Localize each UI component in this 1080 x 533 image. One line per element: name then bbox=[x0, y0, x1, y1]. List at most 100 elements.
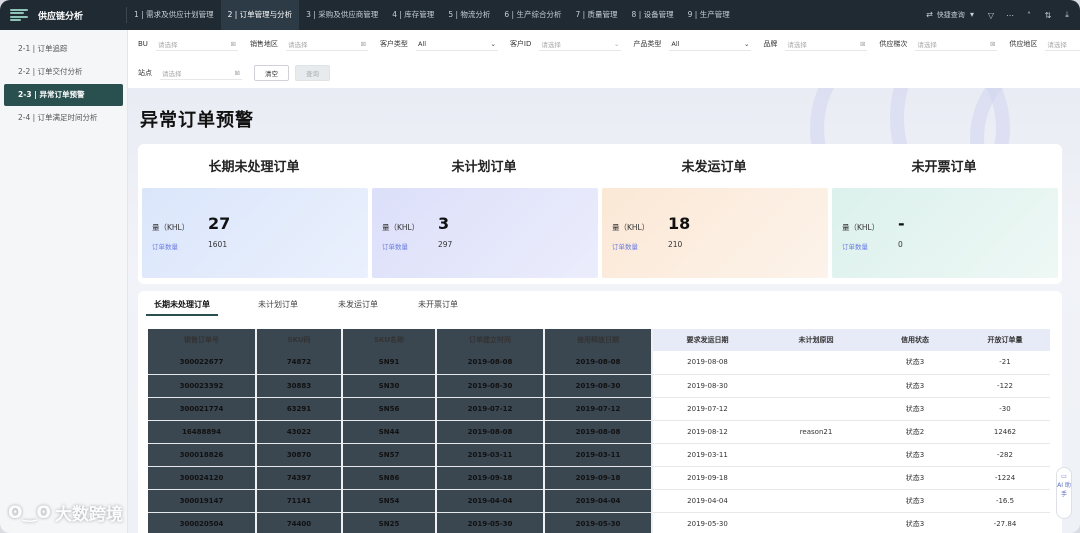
download-icon[interactable]: ⤓ bbox=[1062, 10, 1072, 20]
collapse-icon[interactable]: ˄ bbox=[1024, 11, 1034, 20]
filter-label: 客户ID bbox=[509, 40, 532, 48]
filter-select[interactable]: 请选择⊠ bbox=[915, 37, 998, 51]
table-cell: 2019-04-04 bbox=[652, 489, 762, 513]
filter-select[interactable]: 请选择 ⌄ bbox=[539, 37, 622, 51]
filter-icon[interactable]: ▽ bbox=[986, 11, 996, 20]
sidebar-item-1[interactable]: 2-1 | 订单追踪 bbox=[0, 38, 127, 60]
quick-query-button[interactable]: ⇄ 快捷查询 ▾ bbox=[925, 10, 977, 20]
table-cell: 300024120 bbox=[148, 466, 257, 490]
table-cell bbox=[762, 397, 870, 421]
table-cell: 2019-09-18 bbox=[544, 466, 653, 490]
filter-select[interactable]: 请选择 ⊠ bbox=[160, 66, 242, 80]
table-row[interactable]: 300023392 30883 SN30 2019-08-30 2019-08-30 20… bbox=[148, 374, 1050, 398]
column-header[interactable]: 要求发运日期 bbox=[652, 329, 762, 351]
kpi-column: 未计划订单量（KHL） 3 订单数量 297 bbox=[370, 144, 598, 284]
clear-icon[interactable]: ⊠ bbox=[235, 69, 240, 77]
table-row[interactable]: 300020504 74400 SN25 2019-05-30 2019-05-30 20… bbox=[148, 512, 1050, 533]
table-row[interactable]: 300019147 71141 SN54 2019-04-04 2019-04-04 20… bbox=[148, 489, 1050, 513]
nav-tab-3[interactable]: 3 | 采购及供应商管理 bbox=[299, 0, 385, 30]
table-row[interactable]: 300024120 74397 SN86 2019-09-18 2019-09-18 20… bbox=[148, 466, 1050, 490]
kpi-title: 未计划订单 bbox=[451, 160, 517, 175]
table-cell: 2019-08-12 bbox=[652, 420, 762, 444]
table-cell bbox=[762, 443, 870, 467]
main-nav: 1 | 需求及供应计划管理 2 | 订单管理与分析 3 | 采购及供应商管理 4 | … bbox=[127, 0, 737, 30]
filter-value: 请选择 bbox=[162, 69, 182, 78]
filter-select[interactable]: All ⌄ bbox=[415, 37, 498, 51]
table-cell: -1224 bbox=[960, 466, 1050, 490]
nav-tab-2[interactable]: 2 | 订单管理与分析 bbox=[220, 0, 300, 30]
more-icon[interactable]: ⋯ bbox=[1005, 11, 1015, 20]
filter-select[interactable]: 请选择⊠ bbox=[1045, 37, 1080, 51]
column-header[interactable]: 销售订单号 bbox=[148, 329, 257, 351]
sidebar-item-4[interactable]: 2-4 | 订单满足时间分析 bbox=[0, 107, 127, 129]
column-header[interactable]: 订单建立时间 bbox=[436, 329, 545, 351]
kpi-volume-value: 3 bbox=[438, 214, 450, 233]
table-cell: 300018826 bbox=[148, 443, 257, 467]
refresh-icon[interactable]: ⇅ bbox=[1043, 11, 1053, 20]
watermark-text: 大数跨境 bbox=[54, 505, 123, 525]
filter-label: 销售地区 bbox=[249, 40, 278, 48]
kpi-card[interactable]: 量（KHL） 18 订单数量 210 bbox=[602, 188, 828, 278]
kpi-card[interactable]: 量（KHL） - 订单数量 0 bbox=[832, 188, 1058, 278]
table-tab-1[interactable]: 长期未处理订单 bbox=[146, 299, 218, 316]
column-header[interactable]: 信用状态 bbox=[870, 329, 960, 351]
sidebar-item-3[interactable]: 2-3 | 异常订单预警 bbox=[4, 84, 123, 106]
table-tab-2[interactable]: 未计划订单 bbox=[258, 299, 298, 316]
table-row[interactable]: 300022677 74872 SN91 2019-08-08 2019-08-08 20… bbox=[148, 351, 1050, 375]
filter-label: 产品类型 bbox=[633, 40, 662, 48]
filter-value: 请选择 bbox=[1047, 40, 1067, 49]
kpi-title: 长期未处理订单 bbox=[208, 160, 300, 175]
column-header[interactable]: 未计划原因 bbox=[762, 329, 870, 351]
column-header[interactable]: SKU码 bbox=[256, 329, 343, 351]
table-cell: -30 bbox=[960, 397, 1050, 421]
table-tab-3[interactable]: 未发运订单 bbox=[338, 299, 378, 316]
clear-icon[interactable]: ⊠ bbox=[360, 40, 365, 48]
app-window: 供应链分析 1 | 需求及供应计划管理 2 | 订单管理与分析 3 | 采购及供应商… bbox=[0, 0, 1080, 533]
filter-select[interactable]: All ⌄ bbox=[669, 37, 752, 51]
filter-label: 客户类型 bbox=[379, 40, 408, 48]
table-cell: 2019-08-08 bbox=[436, 351, 545, 375]
nav-tab-4[interactable]: 4 | 库存管理 bbox=[385, 0, 441, 30]
nav-tab-6[interactable]: 6 | 生产综合分析 bbox=[497, 0, 568, 30]
kpi-card[interactable]: 量（KHL） 3 订单数量 297 bbox=[372, 188, 598, 278]
filter-value: All bbox=[417, 39, 426, 48]
nav-tab-5[interactable]: 5 | 物流分析 bbox=[441, 0, 497, 30]
menu-lines-icon[interactable] bbox=[10, 6, 28, 24]
table-row[interactable]: 300018826 30870 SN57 2019-03-11 2019-03-11 20… bbox=[148, 443, 1050, 467]
kpi-card[interactable]: 量（KHL） 27 订单数量 1601 bbox=[142, 188, 368, 278]
filter-row-1: BU 请选择 ⊠ 销售地区 请选择 ⊠ 客户类型 All ⌄ 客户ID 请选择 ⌄ 产品类型 All ⌄ 品牌… bbox=[138, 37, 1080, 51]
table-cell: -21 bbox=[960, 351, 1050, 375]
clear-icon[interactable]: ⊠ bbox=[990, 40, 995, 48]
filter-select[interactable]: 请选择⊠ bbox=[285, 37, 368, 51]
table-cell: 状态3 bbox=[870, 489, 960, 513]
table-cell: 2019-08-08 bbox=[652, 351, 762, 375]
column-header[interactable]: SKU名称 bbox=[342, 329, 437, 351]
nav-tab-8[interactable]: 8 | 设备管理 bbox=[625, 0, 681, 30]
filter-select[interactable]: 请选择⊠ bbox=[155, 37, 238, 51]
table-cell: 2019-05-30 bbox=[652, 512, 762, 533]
table-row[interactable]: 300021774 63291 SN56 2019-07-12 2019-07-12 20… bbox=[148, 397, 1050, 421]
nav-tab-1[interactable]: 1 | 需求及供应计划管理 bbox=[127, 0, 221, 30]
clear-icon[interactable]: ⊠ bbox=[230, 40, 235, 48]
filter-group: 销售地区 请选择 ⊠ bbox=[250, 37, 368, 51]
clear-icon[interactable]: ⊠ bbox=[860, 40, 865, 48]
ai-assistant-button[interactable]: ▭ AI 助手 bbox=[1056, 467, 1072, 519]
column-header[interactable]: 开放订单量 bbox=[960, 329, 1050, 351]
filter-select[interactable]: 请选择⊠ bbox=[785, 37, 868, 51]
table-tab-4[interactable]: 未开票订单 bbox=[418, 299, 458, 316]
column-header[interactable]: 信用释放日期 bbox=[544, 329, 653, 351]
sidebar-item-2[interactable]: 2-2 | 订单交付分析 bbox=[0, 61, 127, 83]
filter-label: BU bbox=[138, 40, 148, 48]
query-button[interactable]: 查询 bbox=[295, 65, 330, 81]
table-cell: 2019-04-04 bbox=[436, 489, 545, 513]
ai-assistant-label: AI 助手 bbox=[1057, 482, 1071, 498]
kpi-column: 未开票订单 量（KHL） - 订单数量 0 bbox=[830, 144, 1058, 284]
table-cell: 16488894 bbox=[148, 420, 257, 444]
clear-button[interactable]: 清空 bbox=[254, 65, 289, 81]
nav-tab-7[interactable]: 7 | 质量管理 bbox=[568, 0, 624, 30]
nav-tab-9[interactable]: 9 | 生产管理 bbox=[681, 0, 737, 30]
kpi-volume-value: - bbox=[898, 214, 905, 233]
table-cell: 300021774 bbox=[148, 397, 257, 421]
table-row[interactable]: 16488894 43022 SN44 2019-08-08 2019-08-08 201… bbox=[148, 420, 1050, 444]
watermark-logo-icon: ʘ‿ʘ bbox=[8, 502, 51, 523]
